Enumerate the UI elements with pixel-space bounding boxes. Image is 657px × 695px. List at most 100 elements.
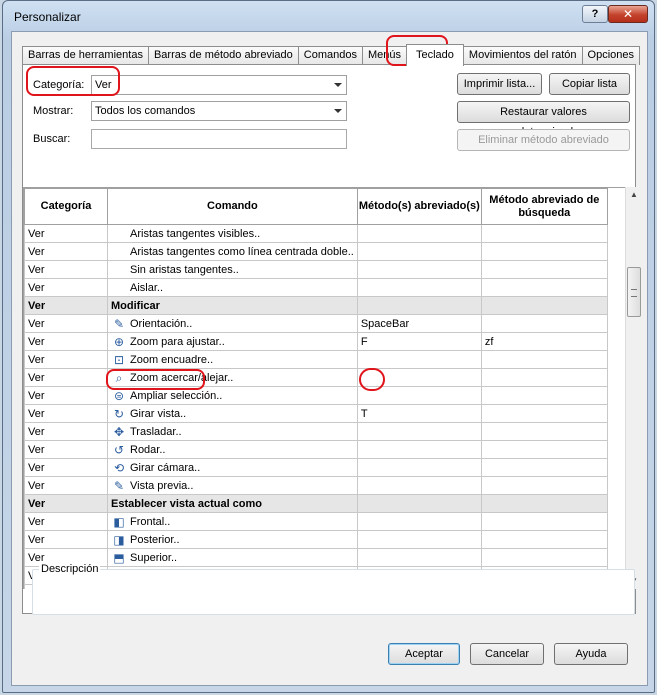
keyboard-panel: Categoría: Ver Mostrar: Todos los comand… bbox=[22, 64, 641, 614]
zoom-inout-icon: ⌕ bbox=[115, 370, 123, 385]
cell-shortcut[interactable] bbox=[356, 440, 482, 459]
ok-button[interactable]: Aceptar bbox=[388, 643, 460, 665]
table-row[interactable]: Ver ✥ Trasladar.. bbox=[24, 422, 608, 441]
command-label: Frontal.. bbox=[130, 515, 171, 528]
customize-dialog: Personalizar ? ✕ Barras de herramientas … bbox=[2, 0, 655, 693]
roll-icon: ↺ bbox=[113, 442, 125, 457]
cell-search-shortcut[interactable] bbox=[480, 440, 608, 459]
cell-shortcut[interactable]: T bbox=[356, 404, 482, 423]
cell-search-shortcut[interactable] bbox=[480, 242, 608, 261]
cell-shortcut[interactable] bbox=[356, 476, 482, 495]
cell-shortcut[interactable] bbox=[356, 548, 482, 567]
cell-search-shortcut[interactable] bbox=[480, 512, 608, 531]
cell-command: ⬒ Superior.. bbox=[107, 548, 358, 567]
cell-shortcut[interactable] bbox=[356, 368, 482, 387]
cell-category: Ver bbox=[24, 494, 108, 513]
table-row[interactable]: Ver ⊡ Zoom encuadre.. bbox=[24, 350, 608, 369]
show-select[interactable]: Todos los comandos bbox=[91, 101, 347, 121]
command-label: Vista previa.. bbox=[130, 479, 194, 492]
search-input[interactable] bbox=[91, 129, 347, 149]
cell-shortcut[interactable] bbox=[356, 530, 482, 549]
help-dialog-button[interactable]: Ayuda bbox=[554, 643, 628, 665]
tab-strip: Barras de herramientas Barras de método … bbox=[22, 44, 641, 66]
header-shortcuts[interactable]: Método(s) abreviado(s) bbox=[356, 188, 482, 225]
cell-search-shortcut[interactable] bbox=[480, 368, 608, 387]
cell-search-shortcut[interactable] bbox=[480, 386, 608, 405]
header-search-shortcut[interactable]: Método abreviado de búsqueda bbox=[480, 188, 608, 225]
table-row[interactable]: Ver ↺ Rodar.. bbox=[24, 440, 608, 459]
zoom-window-icon: ⊡ bbox=[113, 352, 125, 367]
category-select[interactable]: Ver bbox=[91, 75, 347, 95]
print-list-button[interactable]: Imprimir lista... bbox=[457, 73, 542, 95]
cell-search-shortcut[interactable] bbox=[480, 314, 608, 333]
close-button[interactable]: ✕ bbox=[608, 5, 648, 23]
tab-commands[interactable]: Comandos bbox=[297, 46, 363, 65]
cell-shortcut[interactable] bbox=[356, 512, 482, 531]
restore-defaults-button[interactable]: Restaurar valores predeterminados bbox=[457, 101, 630, 138]
cell-shortcut[interactable] bbox=[356, 224, 482, 243]
cell-search-shortcut[interactable] bbox=[480, 458, 608, 477]
table-row[interactable]: Ver ⌕ Zoom acercar/alejar.. bbox=[24, 368, 608, 387]
cancel-button[interactable]: Cancelar bbox=[470, 643, 544, 665]
table-row[interactable]: Ver Aislar.. bbox=[24, 278, 608, 297]
pan-icon: ✥ bbox=[113, 424, 125, 439]
cell-shortcut[interactable] bbox=[356, 386, 482, 405]
cell-shortcut[interactable] bbox=[356, 296, 482, 315]
help-button[interactable]: ? bbox=[582, 5, 608, 23]
table-group-row[interactable]: Ver Establecer vista actual como bbox=[24, 494, 608, 513]
table-row[interactable]: Ver Aristas tangentes visibles.. bbox=[24, 224, 608, 243]
tab-options[interactable]: Opciones bbox=[581, 46, 641, 65]
table-row[interactable]: Ver Sin aristas tangentes.. bbox=[24, 260, 608, 279]
command-label: Girar cámara.. bbox=[130, 461, 201, 474]
tab-shortcut-bars[interactable]: Barras de método abreviado bbox=[147, 46, 299, 65]
table-row[interactable]: Ver ⊜ Ampliar selección.. bbox=[24, 386, 608, 405]
cell-command: Sin aristas tangentes.. bbox=[107, 260, 358, 279]
cell-shortcut[interactable] bbox=[356, 242, 482, 261]
cell-search-shortcut[interactable] bbox=[480, 422, 608, 441]
cell-search-shortcut[interactable] bbox=[480, 260, 608, 279]
table-row[interactable]: Ver ✎ Vista previa.. bbox=[24, 476, 608, 495]
cell-shortcut[interactable] bbox=[356, 260, 482, 279]
scroll-up-icon[interactable]: ▲ bbox=[626, 187, 642, 203]
command-label: Aislar.. bbox=[130, 281, 164, 294]
cell-search-shortcut[interactable] bbox=[480, 476, 608, 495]
tab-keyboard[interactable]: Teclado bbox=[406, 44, 464, 66]
cell-shortcut[interactable]: F bbox=[356, 332, 482, 351]
cell-shortcut[interactable] bbox=[356, 422, 482, 441]
table-row[interactable]: Ver ⟲ Girar cámara.. bbox=[24, 458, 608, 477]
cell-shortcut[interactable] bbox=[356, 458, 482, 477]
cell-search-shortcut[interactable] bbox=[480, 296, 608, 315]
cell-search-shortcut[interactable] bbox=[480, 548, 608, 567]
cell-search-shortcut[interactable] bbox=[480, 494, 608, 513]
cell-category: Ver bbox=[24, 350, 108, 369]
tab-mouse-gestures[interactable]: Movimientos del ratón bbox=[462, 46, 583, 65]
header-category[interactable]: Categoría bbox=[24, 188, 108, 225]
table-row[interactable]: Ver ✎ Orientación.. SpaceBar bbox=[24, 314, 608, 333]
table-group-row[interactable]: Ver Modificar bbox=[24, 296, 608, 315]
cell-shortcut[interactable]: SpaceBar bbox=[356, 314, 482, 333]
cell-shortcut[interactable] bbox=[356, 494, 482, 513]
header-command[interactable]: Comando bbox=[107, 188, 358, 225]
table-scrollbar[interactable]: ▲ ▼ bbox=[625, 187, 641, 589]
table-row[interactable]: Ver ◧ Frontal.. bbox=[24, 512, 608, 531]
cell-search-shortcut[interactable] bbox=[480, 350, 608, 369]
remove-shortcut-button[interactable]: Eliminar método abreviado bbox=[457, 129, 630, 151]
copy-list-button[interactable]: Copiar lista bbox=[549, 73, 630, 95]
cell-search-shortcut[interactable] bbox=[480, 530, 608, 549]
table-row[interactable]: Ver ◨ Posterior.. bbox=[24, 530, 608, 549]
table-row[interactable]: Ver Aristas tangentes como línea centrada… bbox=[24, 242, 608, 261]
cell-search-shortcut[interactable] bbox=[480, 404, 608, 423]
table-row[interactable]: Ver ⊕ Zoom para ajustar.. Fzf bbox=[24, 332, 608, 351]
cell-category: Ver bbox=[24, 242, 108, 261]
table-row[interactable]: Ver ↻ Girar vista.. T bbox=[24, 404, 608, 423]
tab-toolbars[interactable]: Barras de herramientas bbox=[22, 46, 149, 65]
table-row[interactable]: Ver ⬒ Superior.. bbox=[24, 548, 608, 567]
cell-shortcut[interactable] bbox=[356, 350, 482, 369]
scroll-thumb[interactable] bbox=[627, 267, 641, 317]
command-label: Modificar bbox=[111, 299, 160, 312]
cell-search-shortcut[interactable] bbox=[480, 278, 608, 297]
cell-search-shortcut[interactable]: zf bbox=[480, 332, 608, 351]
tab-menus[interactable]: Menús bbox=[361, 46, 407, 65]
cell-search-shortcut[interactable] bbox=[480, 224, 608, 243]
cell-shortcut[interactable] bbox=[356, 278, 482, 297]
